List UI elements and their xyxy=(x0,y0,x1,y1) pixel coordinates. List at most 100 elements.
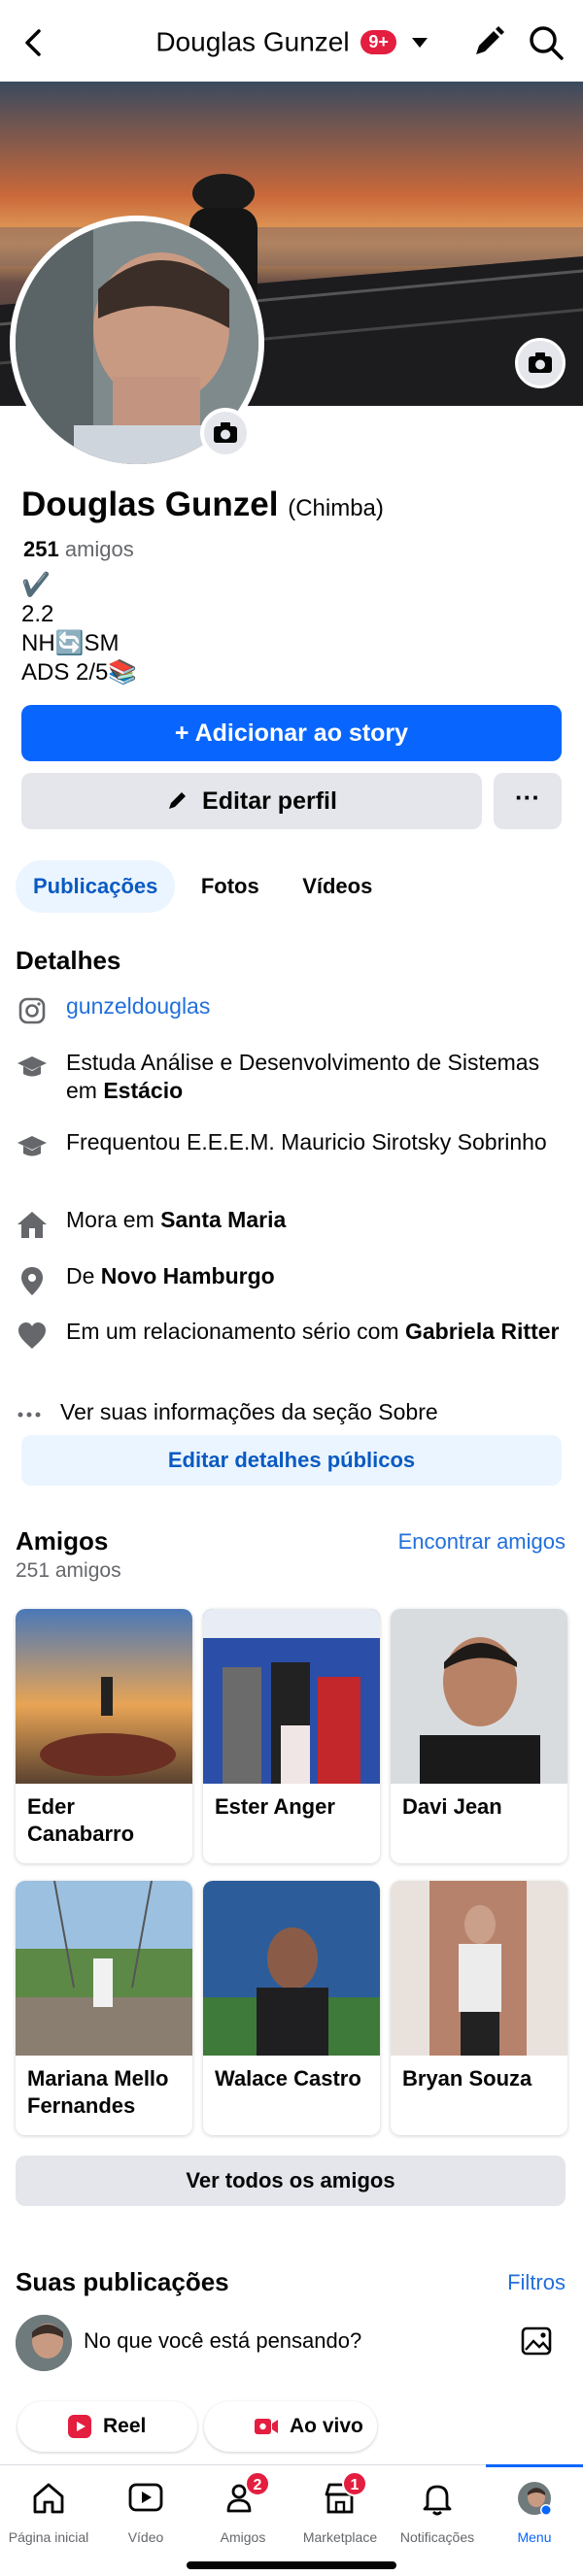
friend-photo xyxy=(16,1609,192,1784)
nav-label: Marketplace xyxy=(302,2529,378,2545)
cover-camera-button[interactable] xyxy=(515,338,566,388)
tab-videos[interactable]: Vídeos xyxy=(285,860,390,913)
chevron-down-icon xyxy=(411,37,428,48)
pencil-icon xyxy=(169,792,187,809)
friends-count-word: amigos xyxy=(64,537,134,561)
friends-count-number: 251 xyxy=(23,537,59,561)
posts-title: Suas publicações xyxy=(16,2267,229,2296)
profile-bio: ✔️ 2.2 NH🔄SM ADS 2/5📚 xyxy=(21,571,137,687)
profile-name-text: Douglas Gunzel xyxy=(21,485,279,523)
filters-link[interactable]: Filtros xyxy=(507,2270,566,2295)
friend-card[interactable]: Mariana Mello Fernandes xyxy=(16,1881,192,2135)
nav-label: Página inicial xyxy=(8,2529,89,2545)
from-place[interactable]: Novo Hamburgo xyxy=(101,1263,275,1288)
friend-card[interactable]: Ester Anger xyxy=(203,1609,380,1863)
bottom-navigation: Página inicial Vídeo 2 Amigos 1 Marketpl… xyxy=(0,2464,583,2576)
post-composer-input[interactable]: No que você está pensando? xyxy=(84,2328,361,2354)
nav-video[interactable]: Vídeo xyxy=(97,2475,194,2553)
profile-nickname: (Chimba) xyxy=(288,495,384,521)
add-to-story-button[interactable]: + Adicionar ao story xyxy=(21,705,562,761)
header-title: Douglas Gunzel xyxy=(155,26,350,57)
bio-line: 2.2 xyxy=(21,601,54,627)
menu-avatar-icon xyxy=(518,2482,552,2516)
friend-photo xyxy=(203,1881,380,2056)
friend-name: Ester Anger xyxy=(215,1794,335,1819)
see-all-friends-button[interactable]: Ver todos os amigos xyxy=(16,2156,566,2206)
friend-name: Eder Canabarro xyxy=(27,1794,135,1846)
bio-line: NH🔄SM xyxy=(21,630,120,656)
reel-label: Reel xyxy=(103,2415,147,2437)
live-button[interactable]: Ao vivo xyxy=(204,2401,377,2452)
reel-button[interactable]: Reel xyxy=(17,2401,197,2452)
friend-photo xyxy=(391,1609,567,1784)
instagram-icon xyxy=(18,997,46,1024)
notification-badge: 9+ xyxy=(360,30,396,55)
from-prefix: De xyxy=(66,1263,101,1288)
reel-icon xyxy=(68,2415,91,2438)
study-place[interactable]: Estácio xyxy=(103,1078,183,1103)
nav-label: Menu xyxy=(517,2529,552,2545)
friend-card[interactable]: Walace Castro xyxy=(203,1881,380,2135)
add-to-story-label: Adicionar ao story xyxy=(194,719,409,747)
details-title: Detalhes xyxy=(16,946,121,975)
location-pin-icon xyxy=(21,1267,43,1295)
tab-photos[interactable]: Fotos xyxy=(184,860,277,913)
friend-photo xyxy=(391,1881,567,2056)
nav-label: Notificações xyxy=(399,2529,475,2545)
nav-home[interactable]: Página inicial xyxy=(0,2475,97,2553)
graduation-cap-icon xyxy=(17,1136,47,1156)
friend-name: Davi Jean xyxy=(402,1794,502,1819)
video-icon xyxy=(128,2483,163,2512)
detail-lives: Mora em Santa Maria xyxy=(16,1206,569,1239)
heart-icon xyxy=(18,1322,46,1349)
home-icon xyxy=(33,2483,64,2514)
more-dots-icon xyxy=(17,1412,41,1418)
avatar[interactable] xyxy=(16,2315,72,2371)
camera-icon xyxy=(529,352,552,373)
friends-badge: 2 xyxy=(245,2471,270,2496)
marketplace-badge: 1 xyxy=(342,2471,367,2496)
edit-pencil-icon[interactable] xyxy=(466,21,509,64)
camera-icon xyxy=(214,422,237,443)
nav-active-indicator xyxy=(486,2464,583,2467)
detail-instagram[interactable]: gunzeldouglas xyxy=(16,992,569,1027)
graduation-cap-icon xyxy=(17,1056,47,1077)
nav-menu[interactable]: Menu xyxy=(486,2475,583,2553)
friend-card[interactable]: Bryan Souza xyxy=(391,1881,567,2135)
profile-tabs: Publicações Fotos Vídeos xyxy=(16,860,394,913)
search-icon[interactable] xyxy=(525,21,567,64)
friends-count[interactable]: 251 amigos xyxy=(23,537,134,562)
live-video-icon xyxy=(255,2419,278,2434)
tab-publications[interactable]: Publicações xyxy=(16,860,176,913)
friend-card[interactable]: Eder Canabarro xyxy=(16,1609,192,1863)
see-about-link[interactable]: Ver suas informações da seção Sobre xyxy=(16,1398,569,1429)
home-indicator xyxy=(187,2561,396,2569)
profile-name: Douglas Gunzel (Chimba) xyxy=(21,485,384,524)
nav-notifications[interactable]: Notificações xyxy=(389,2475,486,2553)
lives-prefix: Mora em xyxy=(66,1207,161,1232)
nav-friends[interactable]: 2 Amigos xyxy=(194,2471,292,2553)
photo-icon[interactable] xyxy=(519,2323,556,2359)
nav-label: Amigos xyxy=(220,2529,266,2545)
see-about-text: Ver suas informações da seção Sobre xyxy=(60,1399,438,1424)
edit-public-details-button[interactable]: Editar detalhes públicos xyxy=(21,1435,562,1486)
top-bar: Douglas Gunzel 9+ xyxy=(0,0,583,84)
friend-card[interactable]: Davi Jean xyxy=(391,1609,567,1863)
find-friends-link[interactable]: Encontrar amigos xyxy=(398,1529,566,1555)
friend-name: Bryan Souza xyxy=(402,2066,532,2091)
bio-line: ADS 2/5📚 xyxy=(21,659,138,686)
nav-marketplace[interactable]: 1 Marketplace xyxy=(292,2471,389,2553)
friend-name: Mariana Mello Fernandes xyxy=(27,2066,169,2118)
edit-profile-button[interactable]: Editar perfil xyxy=(21,773,482,829)
avatar-camera-button[interactable] xyxy=(200,408,251,458)
lives-place[interactable]: Santa Maria xyxy=(160,1207,286,1232)
friend-name: Walace Castro xyxy=(215,2066,361,2091)
bio-line: ✔️ xyxy=(21,572,51,598)
nav-label: Vídeo xyxy=(127,2529,164,2545)
edit-profile-label: Editar perfil xyxy=(202,787,337,815)
instagram-handle: gunzeldouglas xyxy=(66,993,211,1019)
bell-icon xyxy=(423,2485,452,2516)
friends-subtitle: 251 amigos xyxy=(16,1559,121,1582)
relationship-partner[interactable]: Gabriela Ritter xyxy=(405,1319,560,1344)
more-options-button[interactable]: ··· xyxy=(494,773,562,829)
